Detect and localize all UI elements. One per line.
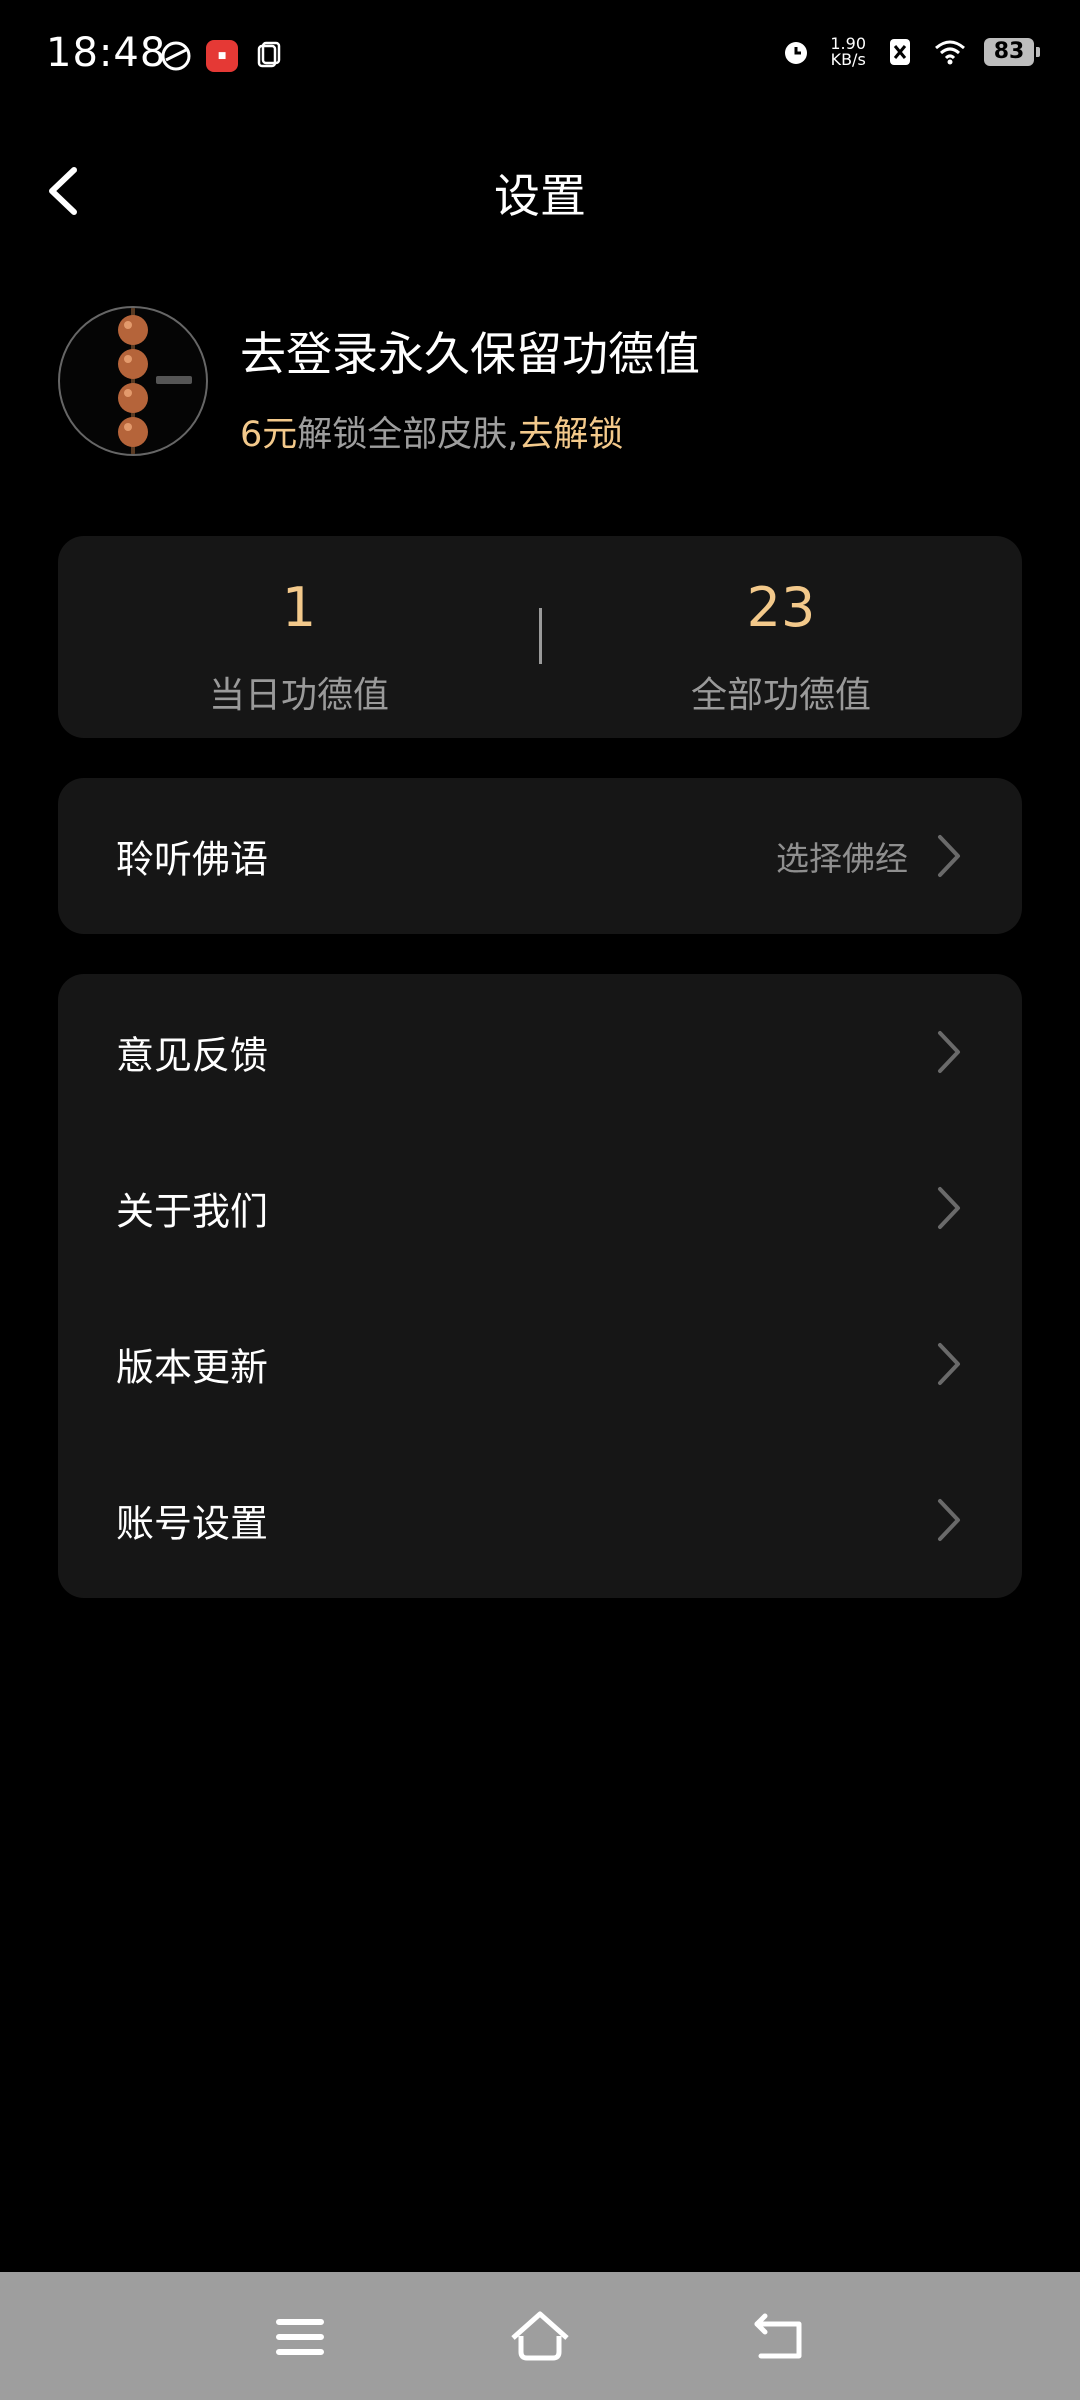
battery-icon: 83 xyxy=(984,38,1040,66)
avatar[interactable] xyxy=(58,306,208,456)
app-icon xyxy=(161,41,191,71)
chevron-right-icon xyxy=(938,1499,960,1541)
total-merit-label: 全部功德值 xyxy=(690,675,871,716)
chevron-right-icon xyxy=(938,1343,960,1385)
unlock-link[interactable]: 去解锁 xyxy=(518,415,623,455)
unlock-skins-line: 6元解锁全部皮肤,去解锁 xyxy=(240,406,623,457)
merit-stats-card: 1 当日功德值 23 全部功德值 xyxy=(58,536,1022,738)
listen-sutra-card: 聆听佛语 选择佛经 xyxy=(58,778,1022,934)
system-navigation-bar xyxy=(0,2272,1080,2400)
alarm-icon xyxy=(785,42,808,64)
chevron-right-icon xyxy=(938,1031,960,1073)
status-time: 18:48 xyxy=(46,30,167,76)
status-right-icons: 1.90 KB/s 83 xyxy=(780,36,1040,68)
menu-item-label: 账号设置 xyxy=(116,1501,269,1546)
sim-off-icon xyxy=(890,39,910,65)
menu-item-label: 关于我们 xyxy=(116,1189,269,1234)
chevron-right-icon xyxy=(938,1187,960,1229)
settings-menu-card: 意见反馈 关于我们 版本更新 账号设置 xyxy=(58,974,1022,1598)
document-icon xyxy=(257,41,281,68)
chevron-right-icon xyxy=(938,835,960,877)
back-icon[interactable] xyxy=(745,2302,815,2372)
menu-item-label: 版本更新 xyxy=(116,1345,269,1390)
page-title: 设置 xyxy=(494,169,586,223)
prayer-beads-icon xyxy=(118,308,192,454)
total-merit-value: 23 xyxy=(746,576,816,639)
status-bar: 18:48 ■ 1.90 KB/s 83 xyxy=(0,0,1080,120)
status-notification-icons: ■ xyxy=(160,40,284,72)
listen-sutra-label: 聆听佛语 xyxy=(116,837,269,882)
menu-icon[interactable] xyxy=(265,2302,335,2372)
listen-sutra-row[interactable]: 聆听佛语 选择佛经 xyxy=(58,778,1022,934)
menu-item-label: 意见反馈 xyxy=(116,1033,269,1078)
shop-icon: ■ xyxy=(206,40,238,72)
unlock-text: 解锁全部皮肤, xyxy=(297,415,519,455)
total-merit: 23 全部功德值 xyxy=(540,536,1022,738)
today-merit-value: 1 xyxy=(281,576,317,639)
menu-item-feedback[interactable]: 意见反馈 xyxy=(58,974,1022,1130)
menu-item-about[interactable]: 关于我们 xyxy=(58,1130,1022,1286)
wifi-icon xyxy=(935,40,965,65)
login-prompt[interactable]: 去登录永久保留功德值 xyxy=(240,318,700,384)
net-speed-unit: KB/s xyxy=(830,50,866,69)
settings-screen: 18:48 ■ 1.90 KB/s 83 设置 去登录永久保留功德值 6元解锁全… xyxy=(0,0,1080,2400)
net-speed: 1.90 KB/s xyxy=(830,36,866,68)
select-sutra-value: 选择佛经 xyxy=(776,839,908,878)
today-merit: 1 当日功德值 xyxy=(58,536,540,738)
menu-item-account-settings[interactable]: 账号设置 xyxy=(58,1442,1022,1598)
home-icon[interactable] xyxy=(505,2302,575,2372)
menu-item-version-update[interactable]: 版本更新 xyxy=(58,1286,1022,1442)
unlock-price: 6元 xyxy=(240,415,298,455)
today-merit-label: 当日功德值 xyxy=(208,675,389,716)
